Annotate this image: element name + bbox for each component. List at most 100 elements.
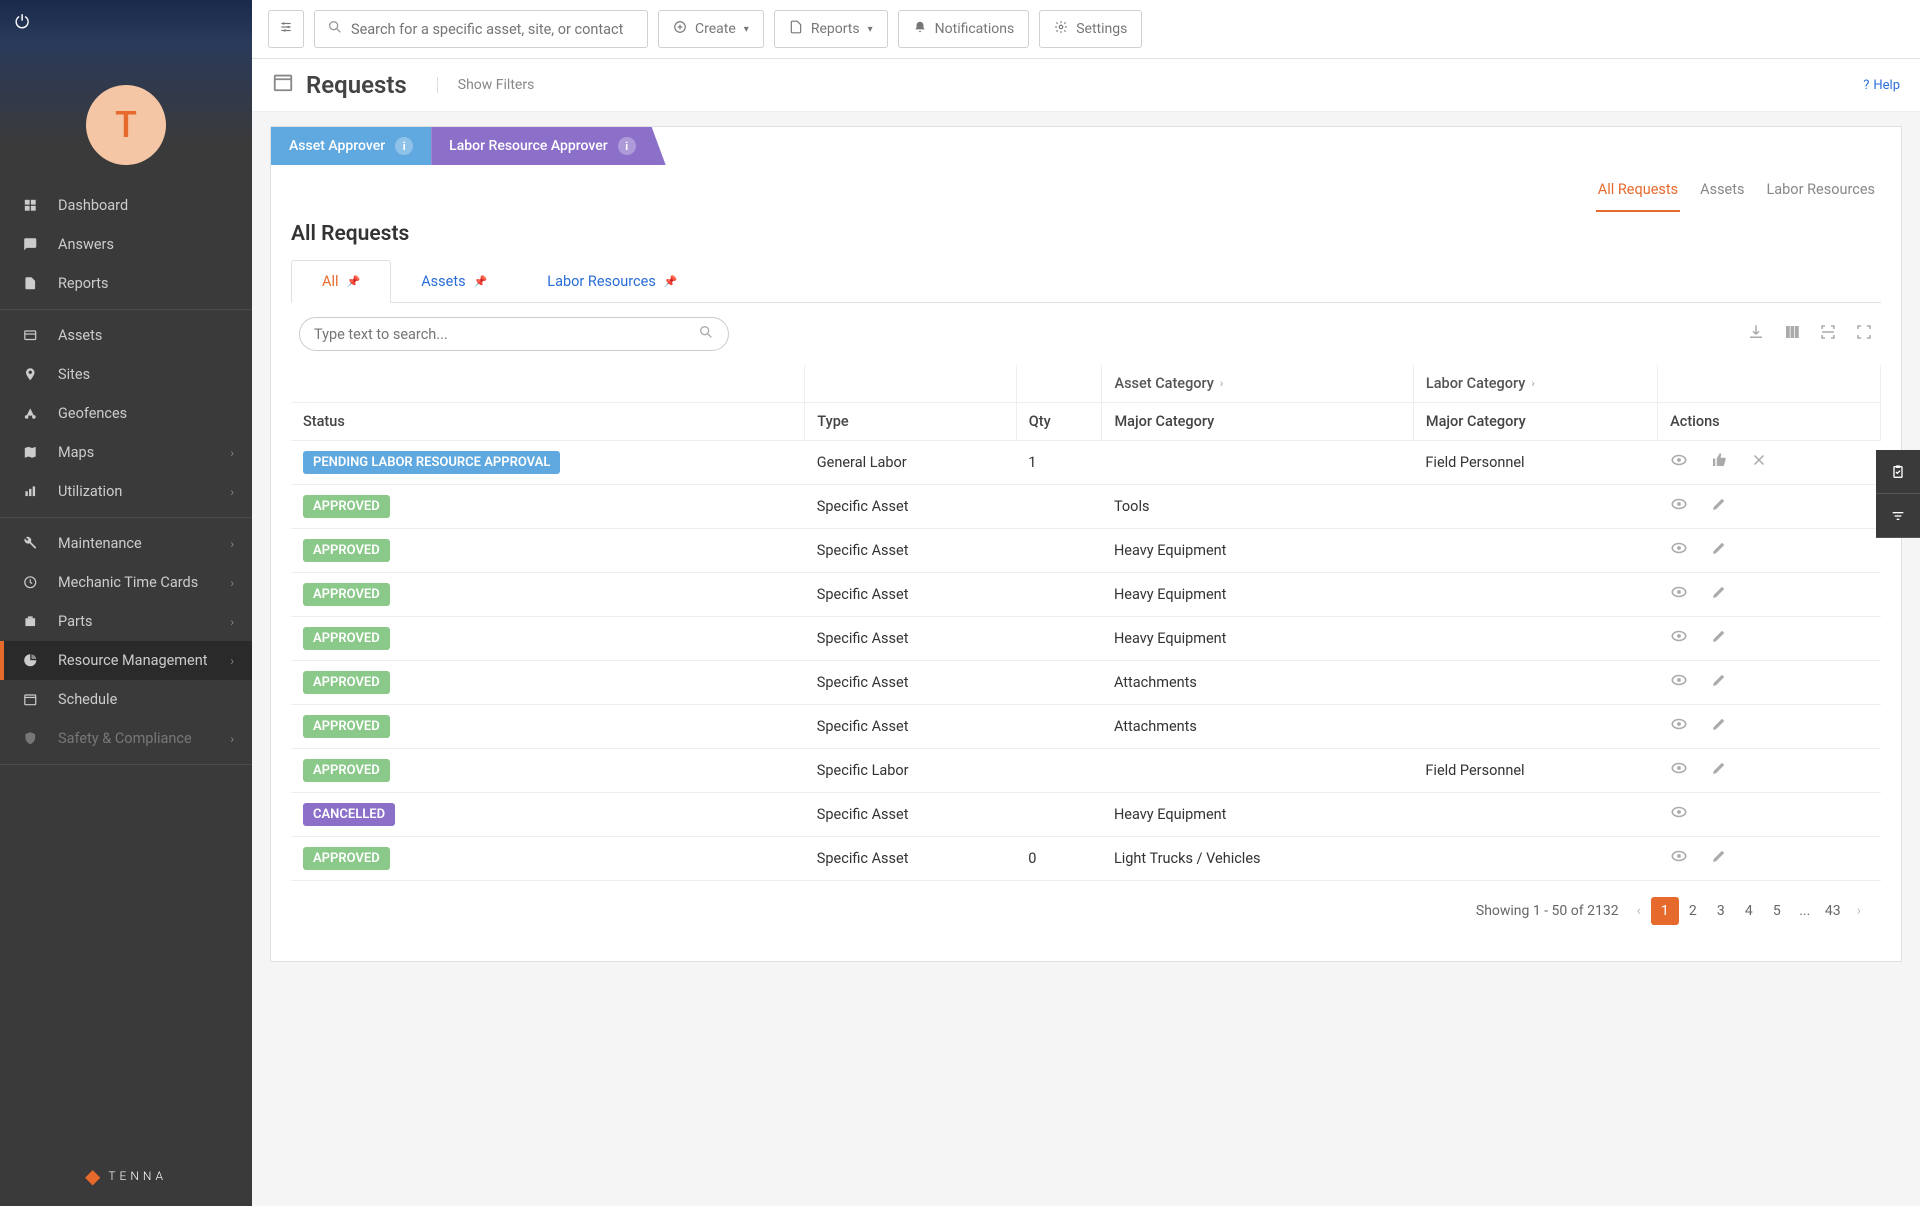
edit-icon[interactable] [1710, 759, 1728, 782]
sidebar-item-resource-management[interactable]: Resource Management › [0, 641, 252, 680]
col-major-asset[interactable]: Major Category [1102, 403, 1413, 441]
view-tab-all[interactable]: All 📌 [291, 260, 391, 303]
main: Create ▾ Reports ▾ Notifications Setting… [252, 0, 1920, 1206]
sidebar-item-maintenance[interactable]: Maintenance › [0, 524, 252, 563]
scan-icon[interactable] [1819, 323, 1837, 346]
tab-label: Asset Approver [289, 138, 385, 154]
power-icon[interactable]: ⏻ [15, 12, 29, 33]
filter-button[interactable] [1876, 494, 1920, 538]
columns-icon[interactable] [1783, 323, 1801, 346]
avatar[interactable]: T [86, 85, 166, 165]
cell-labor-cat [1413, 705, 1657, 749]
show-filters-link[interactable]: Show Filters [437, 77, 535, 93]
notifications-button[interactable]: Notifications [898, 10, 1030, 48]
sidebar-item-mechanic-time[interactable]: Mechanic Time Cards › [0, 563, 252, 602]
dashboard-icon [18, 198, 42, 213]
edit-icon[interactable] [1710, 627, 1728, 650]
view-tab-labor[interactable]: Labor Resources 📌 [517, 260, 707, 302]
col-type[interactable]: Type [805, 403, 1016, 441]
download-icon[interactable] [1747, 323, 1765, 346]
view-icon[interactable] [1670, 759, 1688, 782]
page-number[interactable]: 4 [1735, 897, 1763, 925]
global-search-input[interactable] [351, 21, 635, 38]
view-icon[interactable] [1670, 627, 1688, 650]
reports-button[interactable]: Reports ▾ [774, 10, 888, 48]
view-tab-assets[interactable]: Assets 📌 [391, 260, 517, 302]
view-icon[interactable] [1670, 451, 1688, 474]
cell-asset-cat: Attachments [1102, 705, 1413, 749]
filter-toggle-button[interactable] [268, 10, 304, 48]
view-icon[interactable] [1670, 671, 1688, 694]
info-icon: i [618, 137, 636, 155]
sidebar-item-parts[interactable]: Parts › [0, 602, 252, 641]
status-badge: APPROVED [303, 759, 390, 782]
col-status[interactable]: Status [291, 403, 805, 441]
page-title: Requests [272, 71, 407, 99]
page-number[interactable]: 5 [1763, 897, 1791, 925]
global-search[interactable] [314, 10, 648, 48]
clock-icon [18, 575, 42, 590]
sidebar-item-dashboard[interactable]: Dashboard [0, 186, 252, 225]
assets-icon [18, 328, 42, 343]
sidebar-item-geofences[interactable]: Geofences [0, 394, 252, 433]
sidebar-item-sites[interactable]: Sites [0, 355, 252, 394]
plus-circle-icon [673, 20, 687, 38]
view-icon[interactable] [1670, 495, 1688, 518]
fullscreen-icon[interactable] [1855, 323, 1873, 346]
calendar-icon [18, 692, 42, 707]
table-search[interactable] [299, 317, 729, 351]
tab-labor-approver[interactable]: Labor Resource Approver i [431, 127, 666, 165]
edit-icon[interactable] [1710, 495, 1728, 518]
sidebar-item-assets[interactable]: Assets [0, 316, 252, 355]
sidebar-item-maps[interactable]: Maps › [0, 433, 252, 472]
tab-asset-approver[interactable]: Asset Approver i [271, 127, 431, 165]
cell-labor-cat [1413, 793, 1657, 837]
calendar-icon [272, 71, 294, 99]
page-next[interactable]: › [1857, 903, 1861, 919]
edit-icon[interactable] [1710, 583, 1728, 606]
edit-icon[interactable] [1710, 847, 1728, 870]
view-icon[interactable] [1670, 583, 1688, 606]
view-icon[interactable] [1670, 715, 1688, 738]
page-number[interactable]: 1 [1651, 897, 1679, 925]
page-number[interactable]: 43 [1819, 897, 1847, 925]
scope-tab-labor[interactable]: Labor Resources [1764, 175, 1877, 212]
cell-labor-cat [1413, 661, 1657, 705]
edit-icon[interactable] [1710, 671, 1728, 694]
create-button[interactable]: Create ▾ [658, 10, 764, 48]
parts-icon [18, 614, 42, 629]
view-tabs: All 📌 Assets 📌 Labor Resources 📌 [291, 260, 1881, 303]
view-icon[interactable] [1670, 847, 1688, 870]
col-labor-category[interactable]: Labor Category [1426, 375, 1525, 392]
scope-tab-assets[interactable]: Assets [1698, 175, 1746, 212]
edit-icon[interactable] [1710, 715, 1728, 738]
page-number[interactable]: 2 [1679, 897, 1707, 925]
view-icon[interactable] [1670, 803, 1688, 826]
help-link[interactable]: ? Help [1863, 78, 1900, 93]
col-major-labor[interactable]: Major Category [1413, 403, 1657, 441]
thumb-icon[interactable] [1710, 451, 1728, 474]
toolbar-actions [1747, 323, 1873, 346]
edit-icon[interactable] [1710, 539, 1728, 562]
scope-tab-all[interactable]: All Requests [1596, 175, 1680, 212]
col-asset-category[interactable]: Asset Category [1114, 375, 1213, 392]
table-toolbar [291, 303, 1881, 365]
cell-asset-cat: Heavy Equipment [1102, 793, 1413, 837]
close-icon[interactable] [1750, 451, 1768, 474]
col-qty[interactable]: Qty [1016, 403, 1102, 441]
sidebar-item-utilization[interactable]: Utilization › [0, 472, 252, 511]
sidebar-item-reports[interactable]: Reports [0, 264, 252, 303]
cell-labor-cat: Field Personnel [1413, 441, 1657, 485]
table-row: APPROVED Specific Asset 0 Light Trucks /… [291, 837, 1881, 881]
sidebar-item-schedule[interactable]: Schedule [0, 680, 252, 719]
settings-button[interactable]: Settings [1039, 10, 1142, 48]
page-number[interactable]: 3 [1707, 897, 1735, 925]
sidebar-item-answers[interactable]: Answers [0, 225, 252, 264]
view-icon[interactable] [1670, 539, 1688, 562]
sidebar-item-safety[interactable]: Safety & Compliance › [0, 719, 252, 758]
page-prev[interactable]: ‹ [1637, 903, 1641, 919]
pie-icon [18, 653, 42, 668]
clipboard-button[interactable] [1876, 450, 1920, 494]
cell-qty [1016, 529, 1102, 573]
table-search-input[interactable] [314, 326, 698, 343]
